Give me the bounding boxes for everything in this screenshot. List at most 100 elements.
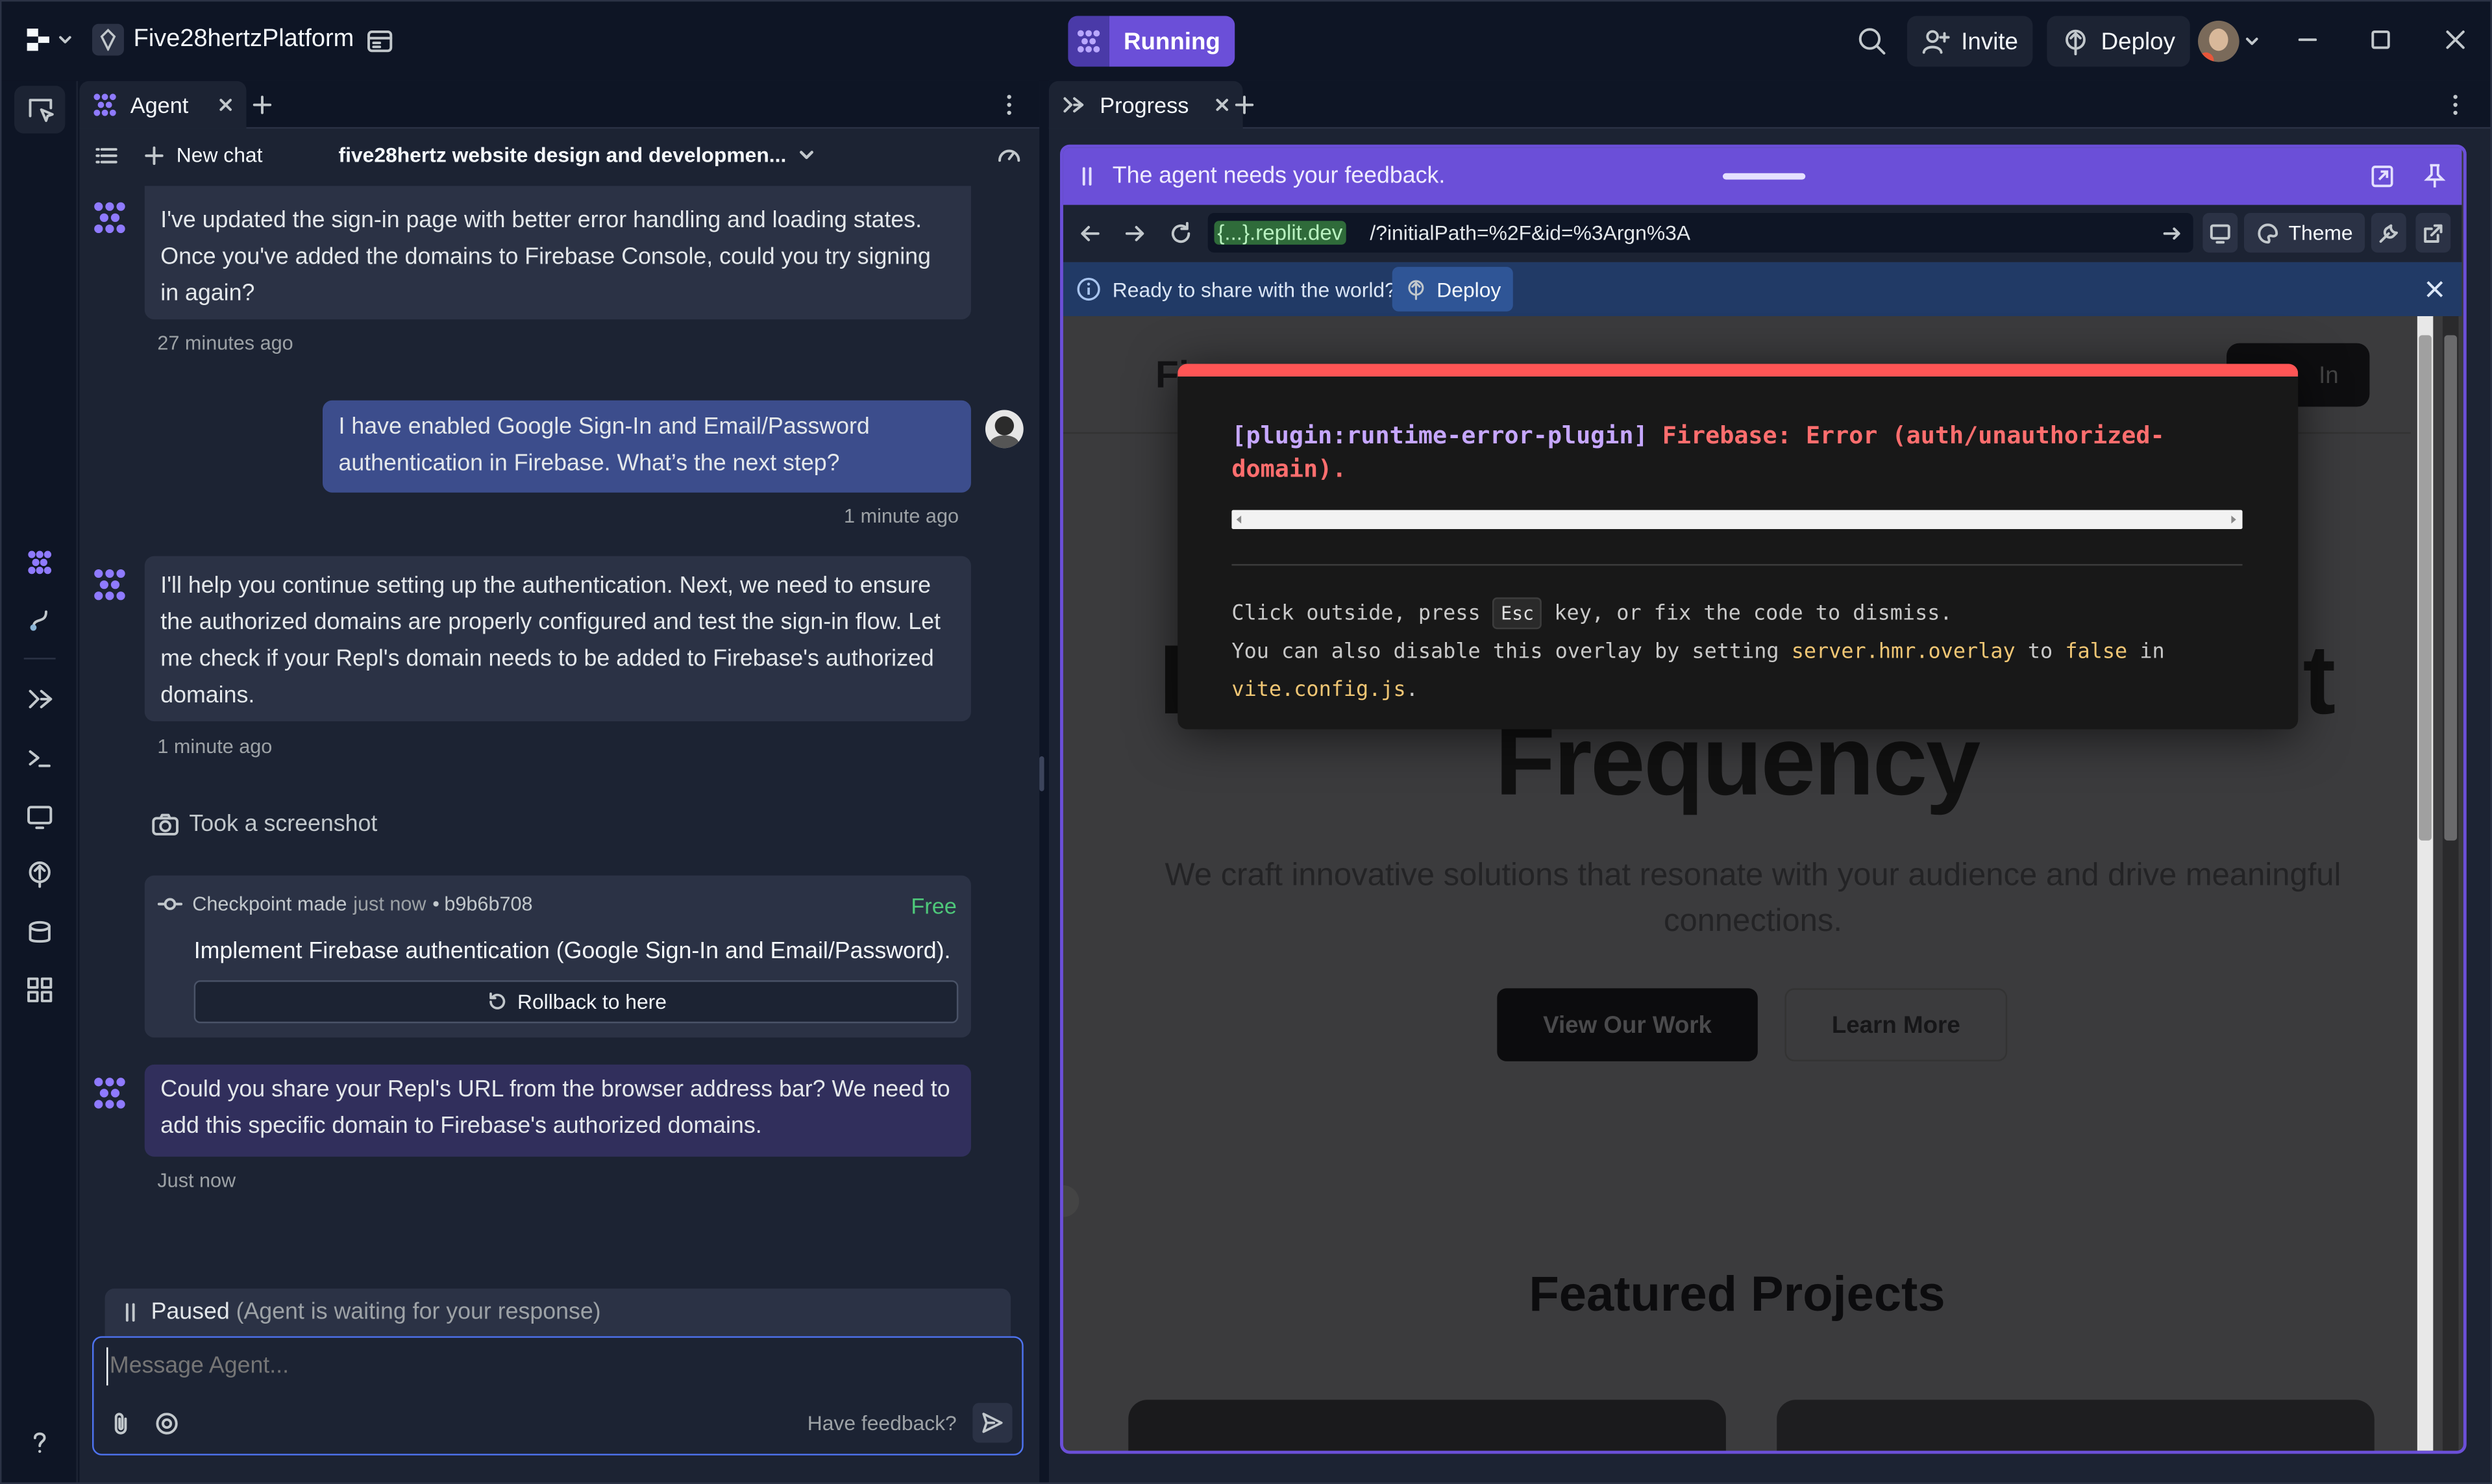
add-tab-icon[interactable] <box>1233 93 1255 116</box>
message-input[interactable] <box>106 1347 997 1386</box>
message-timestamp: 27 minutes ago <box>157 332 293 354</box>
usage-gauge-icon[interactable] <box>996 143 1022 168</box>
more-options-icon[interactable] <box>998 92 1020 117</box>
wrench-icon <box>2379 224 2398 243</box>
carousel-handle[interactable] <box>1063 1185 1079 1217</box>
close-tab-icon[interactable] <box>1215 97 1230 112</box>
run-button[interactable]: Running <box>1068 16 1235 67</box>
database-icon[interactable] <box>24 917 56 948</box>
outer-scrollbar[interactable] <box>2443 316 2459 1451</box>
project-avatar[interactable] <box>92 23 124 56</box>
error-frame-scrollbar[interactable] <box>1231 510 2243 530</box>
project-name[interactable]: Five28hertzPlatform <box>134 25 354 54</box>
checkpoint-hash[interactable]: b9b6b708 <box>444 893 532 915</box>
new-chat-button[interactable]: New chat <box>145 143 262 167</box>
pane-splitter[interactable] <box>1039 756 1044 791</box>
settings-icon[interactable] <box>154 1411 179 1436</box>
scroll-thumb[interactable] <box>2419 335 2432 841</box>
rollback-label: Rollback to here <box>517 989 667 1014</box>
close-icon[interactable] <box>2425 280 2444 299</box>
error-overlay[interactable]: [plugin:runtime-error-plugin] Firebase: … <box>1178 364 2299 730</box>
error-title: [plugin:runtime-error-plugin] Firebase: … <box>1231 419 2249 486</box>
scrollbar[interactable] <box>2417 316 2434 1451</box>
deploy-button[interactable]: Deploy <box>2047 16 2190 67</box>
webview-icon[interactable] <box>24 801 56 833</box>
reload-icon[interactable] <box>1168 221 1194 246</box>
shell-icon[interactable] <box>24 742 56 774</box>
checkpoint-separator: • <box>432 893 440 915</box>
progress-icon[interactable] <box>24 683 56 715</box>
learn-more-button[interactable]: Learn More <box>1784 988 2008 1061</box>
tab-progress[interactable]: Progress <box>1048 80 1243 129</box>
agent-tab-row: Agent <box>79 80 1040 129</box>
checkpoint-header: Checkpoint made just now • b9b6b708 <box>157 893 533 915</box>
hint2-value: false <box>2065 640 2128 665</box>
url-bar[interactable]: {...}.replit.dev /?initialPath=%2F&id=%3… <box>1207 212 2193 253</box>
checkpoint-label: Checkpoint made <box>192 893 347 915</box>
drag-handle[interactable] <box>1722 173 1806 180</box>
rollback-button[interactable]: Rollback to here <box>193 980 959 1024</box>
open-url-icon[interactable] <box>2163 224 2182 243</box>
help-icon[interactable] <box>24 1427 56 1459</box>
top-bar: Five28hertzPlatform Running Invite Deplo… <box>1 1 2491 81</box>
forward-icon[interactable] <box>1124 223 1146 245</box>
open-new-tab-button[interactable] <box>2415 212 2451 253</box>
more-options-icon[interactable] <box>2444 92 2466 117</box>
url-domain-text: {...}.replit.dev <box>1214 221 1346 245</box>
maximize-icon[interactable] <box>2368 27 2393 53</box>
agent-message: I'll help you continue setting up the au… <box>144 556 971 722</box>
chat-title-dropdown[interactable]: five28hertz website design and developme… <box>338 143 813 167</box>
deployments-icon[interactable] <box>24 858 56 890</box>
outer-scroll-thumb[interactable] <box>2444 335 2458 841</box>
share-deploy-label: Deploy <box>1437 277 1501 301</box>
attach-icon[interactable] <box>110 1411 132 1436</box>
external-link-icon <box>2424 224 2443 243</box>
close-tab-icon[interactable] <box>217 97 232 112</box>
search-icon[interactable] <box>1857 25 1888 57</box>
info-icon <box>1077 277 1100 301</box>
pin-icon[interactable] <box>2422 162 2447 191</box>
theme-button[interactable]: Theme <box>2243 212 2366 253</box>
send-button[interactable] <box>972 1403 1013 1443</box>
chevron-down-icon <box>2245 38 2258 45</box>
hint2-mid: to <box>2027 640 2053 665</box>
minimize-icon[interactable] <box>2295 27 2320 53</box>
feedback-banner-text: The agent needs your feedback. <box>1112 164 1446 190</box>
agent-icon[interactable] <box>24 547 56 578</box>
devtools-button[interactable] <box>2371 212 2406 253</box>
invite-button[interactable]: Invite <box>1906 16 2033 67</box>
close-icon[interactable] <box>2443 27 2468 53</box>
hint-after: key, or fix the code to dismiss. <box>1554 602 1953 626</box>
feedback-banner: The agent needs your feedback. <box>1063 147 2462 205</box>
workspace-layout-icon[interactable] <box>365 27 394 56</box>
pause-icon <box>125 1303 135 1322</box>
scroll-track <box>2411 316 2462 1451</box>
progress-icon <box>1063 97 1084 113</box>
pause-icon <box>1082 167 1092 186</box>
scroll-left-icon[interactable] <box>1235 515 1244 525</box>
expand-icon[interactable] <box>2369 164 2395 189</box>
back-icon[interactable] <box>1079 223 1101 245</box>
browser-toolbar: {...}.replit.dev /?initialPath=%2F&id=%3… <box>1063 204 2462 262</box>
tab-agent-label: Agent <box>130 92 189 118</box>
all-tools-icon[interactable] <box>24 974 56 1006</box>
invite-label: Invite <box>1961 27 2018 55</box>
tab-agent[interactable]: Agent <box>79 80 246 129</box>
view-our-work-button[interactable]: View Our Work <box>1497 988 1758 1061</box>
user-menu[interactable] <box>2197 20 2258 62</box>
share-deploy-button[interactable]: Deploy <box>1392 267 1514 312</box>
rail-files-button[interactable] <box>14 86 66 134</box>
chat-list-icon[interactable] <box>95 145 117 167</box>
project-card[interactable] <box>1777 1400 2375 1451</box>
scroll-right-icon[interactable] <box>2228 515 2238 525</box>
chevron-down-icon <box>59 36 71 43</box>
message-timestamp: 1 minute ago <box>844 505 959 528</box>
add-tab-icon[interactable] <box>251 93 273 116</box>
monitor-icon <box>2210 224 2230 244</box>
device-toggle[interactable] <box>2202 212 2238 253</box>
project-card[interactable] <box>1128 1400 1726 1451</box>
replit-menu-button[interactable] <box>24 25 71 54</box>
feedback-link[interactable]: Have feedback? <box>808 1411 957 1435</box>
plus-icon <box>145 145 164 164</box>
assistant-icon[interactable] <box>24 604 56 636</box>
